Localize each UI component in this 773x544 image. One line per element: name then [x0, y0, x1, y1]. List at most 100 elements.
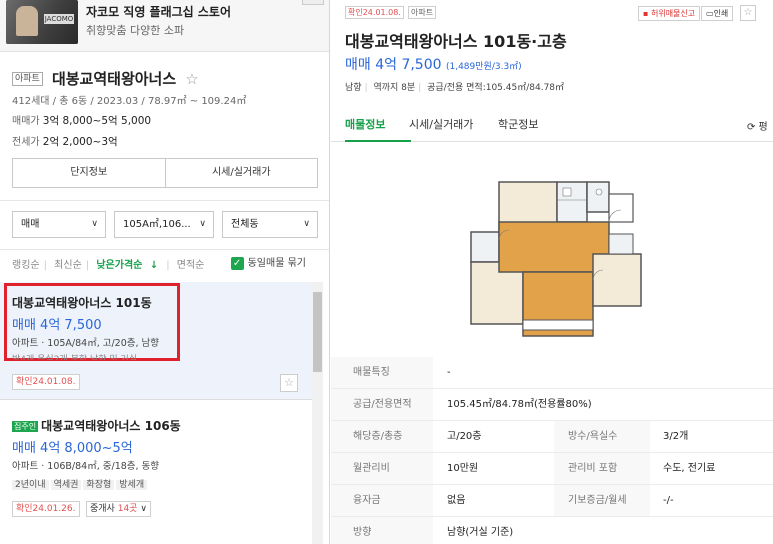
row-label: 방수/욕실수	[554, 421, 650, 452]
tag-chip: 방세개	[116, 480, 148, 490]
favorite-star-icon[interactable]: ☆	[740, 5, 756, 21]
sort-latest[interactable]: 최신순	[54, 260, 82, 271]
chevron-down-icon: ∨	[303, 219, 310, 229]
sort-low-price[interactable]: 낮은가격순 ↓	[96, 260, 162, 271]
table-row: 해당층/총층 고/20층 방수/욕실수 3/2개	[331, 421, 773, 453]
ad-badge	[302, 0, 324, 5]
arrow-down-icon: ↓	[149, 260, 159, 271]
listing-price: 매매 4억 7,500	[12, 318, 102, 333]
deal-type-value: 매매	[21, 219, 40, 230]
listing-price: 매매 4억 8,000~5억	[12, 441, 133, 456]
scrollbar-thumb[interactable]	[313, 292, 322, 372]
checkbox-checked-icon: ✓	[230, 256, 244, 270]
detail-price-per: (1,489만원/3.3㎡)	[445, 62, 522, 72]
star-icon[interactable]: ☆	[185, 70, 198, 88]
detail-price: 매매 4억 7,500 (1,489만원/3.3㎡)	[345, 54, 522, 74]
tab-school[interactable]: 학군정보	[498, 116, 538, 132]
chevron-down-icon: ∨	[140, 504, 147, 514]
ad-thumbnail: JACOMO	[6, 0, 78, 44]
area-select[interactable]: 105A㎡,106... ∨	[114, 211, 214, 238]
detail-tabs: 매물정보 시세/실거래가 학군정보 ⟳ 평	[331, 110, 773, 142]
filter-row: 매매 ∨ 105A㎡,106... ∨ 전체동 ∨	[0, 200, 329, 250]
row-label: 방향	[331, 517, 433, 544]
ad-subtitle: 취향맞춤 다양한 소파	[86, 24, 185, 37]
area-value: 105A㎡,106...	[123, 219, 191, 230]
spec-direction: 남향	[345, 83, 362, 93]
detail-title: 대봉교역태왕아너스 101동·고층	[345, 32, 567, 51]
table-row: 공급/전용면적 105.45㎡/84.78㎡(전용률80%)	[331, 389, 773, 421]
row-label: 기보증금/월세	[554, 485, 650, 516]
lease-price-row: 전세가 2억 2,000~3억	[12, 133, 118, 149]
table-row: 방향 남향(거실 기준)	[331, 517, 773, 544]
building-select[interactable]: 전체동 ∨	[222, 211, 318, 238]
print-button[interactable]: ▭인쇄	[701, 6, 734, 21]
listing-spec: 아파트 · 105A/84㎡, 고/20층, 남향	[12, 338, 160, 349]
lease-price-label: 전세가	[12, 137, 40, 148]
tag-chip: 역세권	[50, 480, 82, 490]
row-value: 10만원	[447, 463, 479, 474]
row-label: 월관리비	[331, 453, 433, 484]
table-row: 융자금 없음 기보증금/월세 -/-	[331, 485, 773, 517]
tab-listing-info[interactable]: 매물정보	[345, 116, 385, 132]
row-value: 남향(거실 기준)	[447, 527, 514, 538]
list-item[interactable]: 집주인 대봉교역태왕아너스 106동 매매 4억 8,000~5억 아파트 · 1…	[0, 401, 312, 544]
spec-area: 공급/전용 면적:105.45㎡/84.78㎡	[427, 83, 565, 93]
list-item[interactable]: 대봉교역태왕아너스 101동 매매 4억 7,500 아파트 · 105A/84…	[0, 282, 312, 400]
sort-row: 랭킹순 | 최신순 | 낮은가격순 ↓ | 면적순 ✓ 동일매물 묶기	[12, 256, 318, 272]
detail-confirm-date: 확인24.01.08.	[345, 6, 404, 19]
row-label: 관리비 포함	[554, 453, 650, 484]
tab-market-price[interactable]: 시세/실거래가	[409, 116, 473, 132]
ad-banner[interactable]: JACOMO 자코모 직영 플래그십 스토어 취향맞춤 다양한 소파	[0, 0, 329, 52]
printer-icon: ▭	[706, 9, 714, 18]
row-label: 해당층/총층	[331, 421, 433, 452]
detail-spec-line: 남향 | 역까지 8분 | 공급/전용 면적:105.45㎡/84.78㎡	[345, 83, 565, 93]
complex-header: 아파트 대봉교역태왕아너스 ☆	[12, 68, 318, 89]
row-value: 수도, 전기료	[663, 463, 716, 474]
favorite-star-icon[interactable]: ☆	[280, 374, 298, 392]
row-label: 융자금	[331, 485, 433, 516]
table-row: 매물특징 -	[331, 357, 773, 389]
detail-panel: 확인24.01.08. 아파트 ▪ 허위매물신고 ▭인쇄 ☆ 대봉교역태왕아너스…	[331, 0, 773, 544]
row-value: 105.45㎡/84.78㎡(전용률80%)	[447, 399, 592, 410]
broker-count: 14곳	[117, 504, 138, 514]
app-root: JACOMO 자코모 직영 플래그십 스토어 취향맞춤 다양한 소파 아파트 대…	[0, 0, 773, 544]
market-price-button[interactable]: 시세/실거래가	[164, 159, 318, 187]
complex-type-tag: 아파트	[12, 71, 43, 86]
active-tab-underline	[345, 140, 411, 142]
sale-price-value: 3억 8,000~5억 5,000	[42, 115, 152, 127]
row-label: 공급/전용면적	[331, 389, 433, 420]
listing-name-row: 집주인 대봉교역태왕아너스 106동	[12, 417, 181, 434]
tag-chip: 2년이내	[12, 480, 49, 490]
sort-ranking[interactable]: 랭킹순	[12, 260, 40, 271]
listing-confirm-date: 확인24.01.08.	[12, 374, 80, 390]
chevron-down-icon: ∨	[91, 219, 98, 229]
row-value: 고/20층	[447, 431, 482, 442]
owner-badge: 집주인	[12, 421, 39, 432]
listing-tags: 2년이내 역세권 화장형 방세개	[12, 477, 149, 490]
lease-price-value: 2억 2,000~3억	[42, 136, 118, 148]
listing-name: 대봉교역태왕아너스 106동	[41, 419, 181, 433]
report-button[interactable]: ▪ 허위매물신고	[638, 6, 701, 21]
same-listing-toggle[interactable]: ✓ 동일매물 묶기	[230, 254, 310, 270]
building-value: 전체동	[231, 219, 259, 230]
listing-spec: 아파트 · 106B/84㎡, 중/18층, 동향	[12, 461, 160, 472]
list-scrollbar[interactable]	[312, 282, 323, 544]
tag-chip: 화장형	[83, 480, 115, 490]
listing-confirm-date: 확인24.01.26.	[12, 501, 80, 517]
sale-price-label: 매매가	[12, 116, 40, 127]
row-value: -	[447, 367, 451, 378]
refresh-button[interactable]: ⟳ 평	[747, 118, 768, 133]
sort-low-price-label: 낮은가격순	[96, 260, 143, 271]
complex-name: 대봉교역태왕아너스	[51, 70, 177, 88]
listing-tags: 방4개,욕실2개,북항,남향 및 거실	[12, 355, 138, 360]
complex-info-button[interactable]: 단지정보	[13, 159, 165, 187]
ad-thumb-logo: JACOMO	[44, 14, 74, 24]
listing-panel: JACOMO 자코모 직영 플래그십 스토어 취향맞춤 다양한 소파 아파트 대…	[0, 0, 330, 544]
row-label: 매물특징	[331, 357, 433, 388]
broker-count-dropdown[interactable]: 중개사 14곳 ∨	[86, 501, 151, 517]
deal-type-select[interactable]: 매매 ∨	[12, 211, 106, 238]
sort-area[interactable]: 면적순	[177, 260, 205, 271]
siren-icon: ▪	[643, 9, 649, 18]
detail-type-tag: 아파트	[408, 6, 437, 19]
floor-plan-image[interactable]	[459, 170, 649, 340]
